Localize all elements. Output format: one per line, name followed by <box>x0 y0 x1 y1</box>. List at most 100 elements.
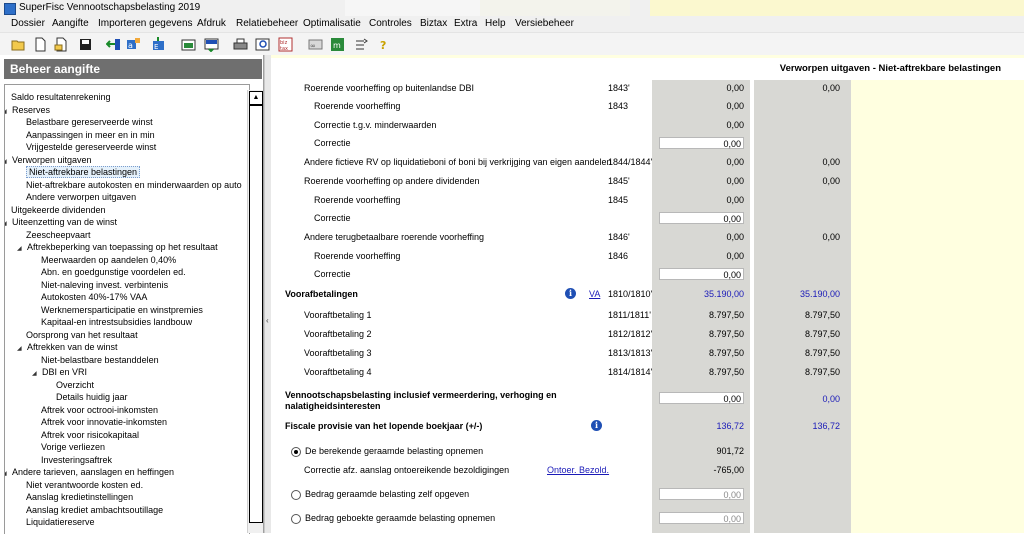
toolbar: a E biz tax ∞ m ? <box>0 33 1024 56</box>
expand-toggle-icon[interactable]: ◢ <box>17 243 27 255</box>
row-label-vooraftbetaling-2: Vooraftbetaling 2 <box>304 329 372 339</box>
option-radio[interactable] <box>291 514 301 524</box>
tree-item-label: Aftrek voor risicokapitaal <box>41 429 140 440</box>
row-code: 1810/1810' <box>608 289 653 299</box>
expand-toggle-icon[interactable]: ◢ <box>32 368 42 380</box>
tree-item-autokosten-40-17-vaa[interactable]: Autokosten 40%-17% VAA <box>41 291 147 303</box>
menu-afdruk[interactable]: Afdruk <box>197 18 226 29</box>
menu-controles[interactable]: Controles <box>369 18 412 29</box>
vennootschapsbelasting-input[interactable]: 0,00 <box>659 392 744 404</box>
tree-item-dbi-en-vri[interactable]: ◢ DBI en VRI <box>32 366 87 378</box>
tree-item-label: Vorige verliezen <box>41 442 106 452</box>
tree-item-niet-naleving-invest-verbintenis[interactable]: Niet-naleving invest. verbintenis <box>41 279 168 291</box>
option-input[interactable]: 0,00 <box>659 512 744 524</box>
tree-scrollbar[interactable]: ▲ <box>247 90 263 533</box>
tree-item-abn-en-goedgunstige-voordelen-ed[interactable]: Abn. en goedgunstige voordelen ed. <box>41 266 186 278</box>
menu-relatiebeheer[interactable]: Relatiebeheer <box>236 18 298 29</box>
info-icon[interactable]: i <box>591 420 602 431</box>
expand-toggle-icon[interactable]: ◢ <box>5 468 12 480</box>
navigation-tree[interactable]: Saldo resultatenrekening◢ReservesBelastb… <box>4 84 250 534</box>
tree-item-meerwaarden-op-aandelen-0-40[interactable]: Meerwaarden op aandelen 0,40% <box>41 254 176 266</box>
tree-item-label: Abn. en goedgunstige voordelen ed. <box>41 267 186 277</box>
print-icon[interactable] <box>232 36 249 53</box>
export-icon[interactable]: E <box>150 36 167 53</box>
expand-toggle-icon[interactable]: ◢ <box>17 343 27 355</box>
tree-item-kapitaal-en-intrestsubsidies-landbouw[interactable]: Kapitaal-en intrestsubsidies landbouw <box>41 316 192 328</box>
tree-item-liquidatiereserve[interactable]: Liquidatiereserve <box>26 516 95 528</box>
data-transfer-icon[interactable]: a <box>125 36 142 53</box>
scroll-up-arrow-icon[interactable]: ▲ <box>249 91 263 105</box>
biztax-icon[interactable]: biz tax <box>277 36 294 53</box>
help-icon[interactable]: ? <box>375 36 392 53</box>
expand-toggle-icon[interactable]: ◢ <box>5 218 12 230</box>
expand-toggle-icon[interactable]: ◢ <box>5 156 12 168</box>
menu-optimalisatie[interactable]: Optimalisatie <box>303 18 361 29</box>
tree-item-belastbare-gereserveerde-winst[interactable]: Belastbare gereserveerde winst <box>26 116 153 128</box>
tree-item-uitgekeerde-dividenden[interactable]: Uitgekeerde dividenden <box>11 204 106 216</box>
open-folder-icon[interactable] <box>10 36 27 53</box>
correctie-input[interactable]: 0,00 <box>659 137 744 149</box>
row-amount: 0,00 <box>726 176 744 186</box>
row-comparison-amount: 0,00 <box>822 176 840 186</box>
spreadsheet-view-icon[interactable] <box>203 36 220 53</box>
link-icon[interactable]: ∞ <box>307 36 324 53</box>
tree-item-aanpassingen-in-meer-en-in-min[interactable]: Aanpassingen in meer en in min <box>26 129 155 141</box>
info-icon[interactable]: i <box>565 288 576 299</box>
scrollbar-thumb[interactable] <box>249 105 263 523</box>
option-radio[interactable] <box>291 490 301 500</box>
collapse-arrow-icon[interactable]: ‹ <box>266 316 269 325</box>
report-icon[interactable] <box>180 36 197 53</box>
ontoer-bezold-link[interactable]: Ontoer. Bezold. <box>547 465 609 475</box>
tree-item-aanslag-kredietinstellingen[interactable]: Aanslag kredietinstellingen <box>26 491 133 503</box>
menu-extra[interactable]: Extra <box>454 18 477 29</box>
tree-item-label: Niet-aftrekbare autokosten en minderwaar… <box>26 179 242 190</box>
tree-item-andere-verworpen-uitgaven[interactable]: Andere verworpen uitgaven <box>26 191 136 203</box>
tree-item-aftrek-voor-innovatie-inkomsten[interactable]: Aftrek voor innovatie-inkomsten <box>41 416 167 428</box>
option-input[interactable]: 0,00 <box>659 488 744 500</box>
tree-item-overzicht[interactable]: Overzicht <box>56 379 94 391</box>
correctie-input[interactable]: 0,00 <box>659 212 744 224</box>
tree-item-vrijgestelde-gereserveerde-winst[interactable]: Vrijgestelde gereserveerde winst <box>26 141 156 153</box>
tree-item-details-huidig-jaar[interactable]: Details huidig jaar <box>56 391 128 403</box>
tree-item-niet-verantwoorde-kosten-ed[interactable]: Niet verantwoorde kosten ed. <box>26 479 143 491</box>
tree-item-investeringsaftrek[interactable]: Investeringsaftrek <box>41 454 112 466</box>
tree-item-verworpen-uitgaven[interactable]: ◢Verworpen uitgaven <box>5 154 92 168</box>
tree-item-niet-belastbare-bestanddelen[interactable]: Niet-belastbare bestanddelen <box>41 354 159 366</box>
option-radio[interactable] <box>291 447 301 457</box>
expand-toggle-icon[interactable]: ◢ <box>5 106 12 118</box>
row-code: 1846' <box>608 232 630 242</box>
tree-item-aftrekken-van-de-winst[interactable]: ◢ Aftrekken van de winst <box>17 341 118 353</box>
correctie-input[interactable]: 0,00 <box>659 268 744 280</box>
tree-item-aftrek-voor-risicokapitaal[interactable]: Aftrek voor risicokapitaal <box>41 429 139 441</box>
tree-item-andere-tarieven-aanslagen-en-heffingen[interactable]: ◢Andere tarieven, aanslagen en heffingen <box>5 466 174 480</box>
tree-item-aftrek-voor-octrooi-inkomsten[interactable]: Aftrek voor octrooi-inkomsten <box>41 404 158 416</box>
tree-item-saldo-resultatenrekening[interactable]: Saldo resultatenrekening <box>11 91 111 103</box>
row-label-correctie-t-g-v-minderwaarden: Correctie t.g.v. minderwaarden <box>314 120 437 130</box>
compare-icon[interactable] <box>353 36 370 53</box>
tree-item-aftrekbeperking-van-toepassing-op-het-resultaat[interactable]: ◢ Aftrekbeperking van toepassing op het r… <box>17 241 218 253</box>
tree-item-niet-aftrekbare-belastingen[interactable]: Niet-aftrekbare belastingen <box>26 166 141 178</box>
tree-item-niet-aftrekbare-autokosten-en-minderwaarden-op-auto[interactable]: Niet-aftrekbare autokosten en minderwaar… <box>26 179 242 191</box>
tree-item-werknemersparticipatie-en-winstpremies[interactable]: Werknemersparticipatie en winstpremies <box>41 304 203 316</box>
menu-importeren-gegevens[interactable]: Importeren gegevens <box>98 18 193 29</box>
save-icon[interactable] <box>77 36 94 53</box>
tree-item-aanslag-krediet-ambachtsoutillage[interactable]: Aanslag krediet ambachtsoutillage <box>26 504 163 516</box>
tree-item-uiteenzetting-van-de-winst[interactable]: ◢Uiteenzetting van de winst <box>5 216 117 230</box>
tree-item-oorsprong-van-het-resultaat[interactable]: Oorsprong van het resultaat <box>26 329 138 341</box>
tree-item-vorige-verliezen[interactable]: Vorige verliezen <box>41 441 105 453</box>
tree-item-zeescheepvaart[interactable]: Zeescheepvaart <box>26 229 91 241</box>
menu-biztax[interactable]: Biztax <box>420 18 447 29</box>
tree-item-reserves[interactable]: ◢Reserves <box>5 104 50 118</box>
open-document-icon[interactable] <box>53 36 70 53</box>
import-icon[interactable] <box>105 36 122 53</box>
new-document-icon[interactable] <box>32 36 49 53</box>
menu-dossier[interactable]: Dossier <box>11 18 45 29</box>
spreadsheet-icon[interactable]: m <box>329 36 346 53</box>
menu-versiebeheer[interactable]: Versiebeheer <box>515 18 574 29</box>
menu-help[interactable]: Help <box>485 18 506 29</box>
preview-icon[interactable] <box>254 36 271 53</box>
menu-aangifte[interactable]: Aangifte <box>52 18 89 29</box>
page-title: Verworpen uitgaven - Niet-aftrekbare bel… <box>779 63 1001 74</box>
tree-item-label: Details huidig jaar <box>56 392 128 402</box>
voorafbetalingen-link[interactable]: VA <box>589 289 600 299</box>
